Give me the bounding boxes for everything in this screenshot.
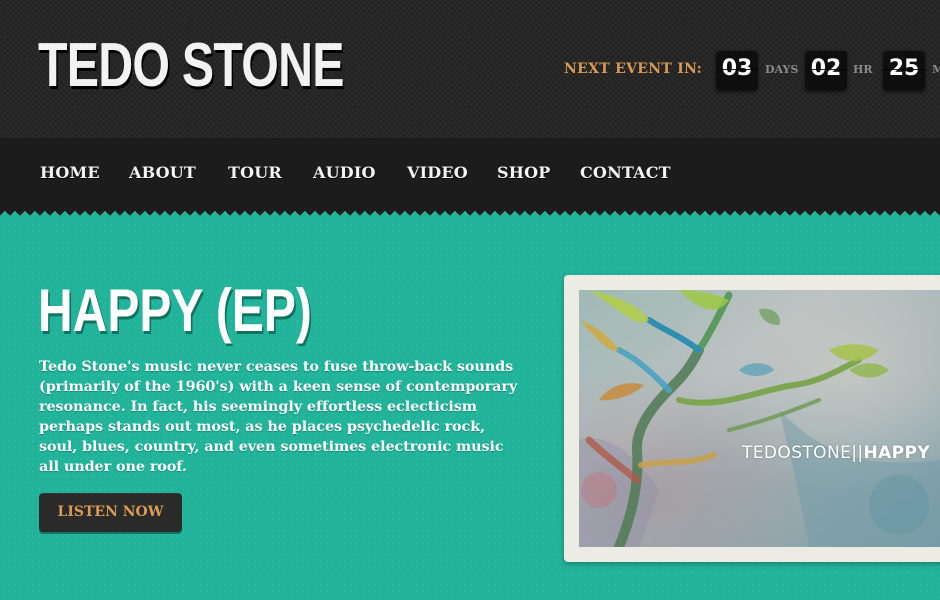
next-event-label: NEXT EVENT IN: xyxy=(564,61,703,77)
nav-item-video[interactable]: VIDEO xyxy=(407,163,468,182)
album-caption-title: HAPPY xyxy=(863,443,931,463)
countdown-minutes-value: 25 xyxy=(883,50,925,90)
nav-item-home[interactable]: HOME xyxy=(40,163,100,182)
album-artwork-illustration xyxy=(579,290,940,547)
site-logo[interactable]: TEDO STONE xyxy=(38,30,344,101)
nav-item-tour[interactable]: TOUR xyxy=(228,163,282,182)
album-caption-separator: || xyxy=(851,443,864,463)
nav-item-contact[interactable]: CONTACT xyxy=(580,163,671,182)
countdown-hours-unit: HR xyxy=(853,63,873,76)
listen-now-button[interactable]: LISTEN NOW xyxy=(39,493,182,532)
countdown-days-unit: DAYS xyxy=(765,63,799,76)
countdown-minutes-unit: M xyxy=(932,63,940,76)
feature-description: Tedo Stone's music never ceases to fuse … xyxy=(39,358,518,475)
album-caption: TEDOSTONE||HAPPY xyxy=(742,443,930,463)
countdown-hours-value: 02 xyxy=(805,50,847,90)
zigzag-divider xyxy=(0,206,940,216)
nav-item-shop[interactable]: SHOP xyxy=(497,163,550,182)
feature-title: HAPPY (EP) xyxy=(38,277,312,344)
album-art-image[interactable] xyxy=(579,290,940,547)
nav-item-audio[interactable]: AUDIO xyxy=(313,163,376,182)
countdown-days-value: 03 xyxy=(716,50,758,90)
album-caption-artist: TEDOSTONE xyxy=(742,443,852,463)
nav-item-about[interactable]: ABOUT xyxy=(129,163,196,182)
